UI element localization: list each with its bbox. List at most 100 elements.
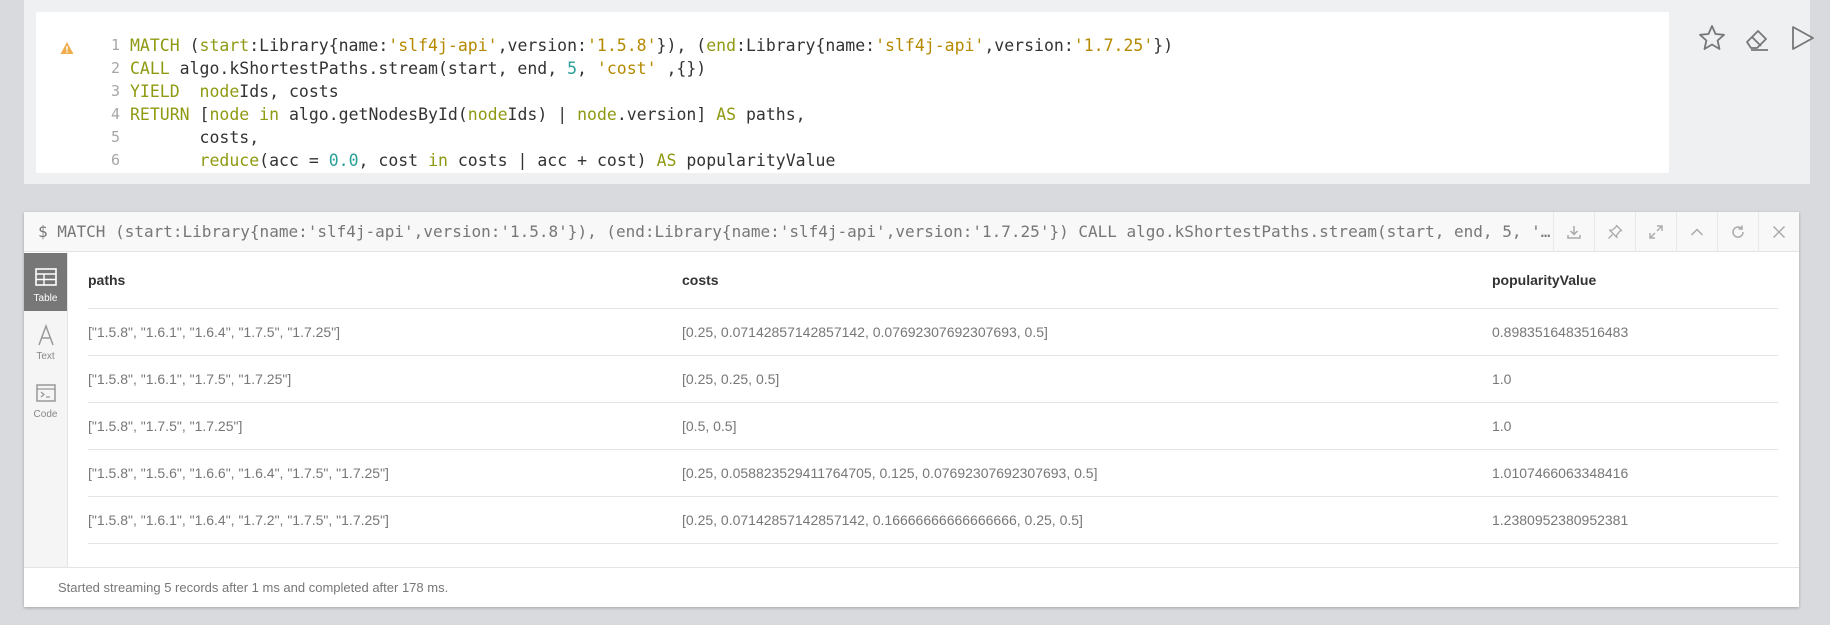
- cell-costs: [0.25, 0.07142857142857142, 0.0769230769…: [682, 324, 1048, 340]
- cell-popularity: 1.0107466063348416: [1492, 465, 1629, 481]
- code-token: ,: [577, 59, 597, 78]
- pin-icon: [1608, 224, 1623, 239]
- tab-code[interactable]: Code: [24, 369, 67, 427]
- code-token: Ids, costs: [239, 82, 339, 101]
- code-token: node: [577, 105, 617, 124]
- column-header-paths: paths: [88, 272, 126, 288]
- status-message: Started streaming 5 records after 1 ms a…: [58, 580, 449, 595]
- table-row: ["1.5.8", "1.7.5", "1.7.25"] [0.5, 0.5] …: [88, 403, 1778, 450]
- play-icon: [1792, 26, 1814, 50]
- code-token: 'cost': [596, 59, 657, 78]
- code-text: MATCH (start:Library{name:'slf4j-api',ve…: [130, 34, 1173, 57]
- code-line[interactable]: 1 MATCH (start:Library{name:'slf4j-api',v…: [36, 34, 1656, 57]
- code-token: paths,: [736, 105, 806, 124]
- frame-command[interactable]: $ MATCH (start:Library{name:'slf4j-api',…: [38, 212, 1558, 252]
- tab-text[interactable]: Text: [24, 311, 67, 369]
- cell-paths: ["1.5.8", "1.6.1", "1.6.4", "1.7.2", "1.…: [88, 512, 389, 528]
- code-token: end: [706, 36, 737, 55]
- download-icon: [1567, 226, 1581, 239]
- rerun-button[interactable]: [1717, 212, 1758, 252]
- cell-paths: ["1.5.8", "1.7.5", "1.7.25"]: [88, 418, 243, 434]
- code-token: in: [428, 151, 448, 170]
- code-line[interactable]: 4 RETURN [node in algo.getNodesById(nodeI…: [36, 103, 1656, 126]
- code-token: 0.0: [328, 151, 359, 170]
- frame-title-bar: $ MATCH (start:Library{name:'slf4j-api',…: [24, 212, 1799, 252]
- code-line[interactable]: 3 YIELD nodeIds, costs: [36, 80, 1656, 103]
- code-token: :Library{name:: [249, 36, 389, 55]
- column-header-costs: costs: [682, 272, 719, 288]
- code-token: costs | acc + cost): [447, 151, 657, 170]
- editor-actions: [1694, 20, 1830, 56]
- fullscreen-button[interactable]: [1635, 212, 1676, 252]
- code-token: , cost: [358, 151, 429, 170]
- code-token: algo.getNodesById(: [279, 105, 468, 124]
- code-token: YIELD: [130, 82, 180, 101]
- code-token: node: [209, 105, 250, 124]
- code-token: ,{}): [656, 59, 707, 78]
- code-token: algo.kShortestPaths.stream(start, end,: [169, 59, 568, 78]
- query-editor[interactable]: 1 MATCH (start:Library{name:'slf4j-api',v…: [36, 12, 1669, 173]
- table-row: ["1.5.8", "1.6.1", "1.6.4", "1.7.2", "1.…: [88, 497, 1778, 544]
- code-text: CALL algo.kShortestPaths.stream(start, e…: [130, 57, 706, 80]
- clear-editor-button[interactable]: [1739, 20, 1775, 56]
- result-frame: $ MATCH (start:Library{name:'slf4j-api',…: [24, 212, 1799, 607]
- code-line[interactable]: 6 reduce(acc = 0.0, cost in costs | acc …: [36, 149, 1656, 172]
- close-frame-button[interactable]: [1758, 212, 1799, 252]
- line-number: 1: [110, 36, 120, 54]
- collapse-button[interactable]: [1676, 212, 1717, 252]
- pin-button[interactable]: [1594, 212, 1635, 252]
- code-token: 'slf4j-api': [875, 36, 985, 55]
- code-text: RETURN [node in algo.getNodesById(nodeId…: [130, 103, 806, 126]
- run-query-button[interactable]: [1784, 20, 1820, 56]
- tab-table[interactable]: Table: [24, 253, 67, 311]
- tab-table-label: Table: [33, 293, 58, 304]
- code-text: reduce(acc = 0.0, cost in costs | acc + …: [130, 149, 836, 172]
- code-token: RETURN: [130, 105, 190, 124]
- table-icon: [35, 268, 57, 286]
- cell-costs: [0.25, 0.058823529411764705, 0.125, 0.07…: [682, 465, 1098, 481]
- line-number: 6: [110, 151, 120, 169]
- cell-costs: [0.25, 0.25, 0.5]: [682, 371, 780, 387]
- code-token: costs,: [130, 128, 260, 147]
- code-token: (acc =: [259, 151, 329, 170]
- cell-paths: ["1.5.8", "1.6.1", "1.6.4", "1.7.5", "1.…: [88, 324, 341, 340]
- cell-paths: ["1.5.8", "1.5.6", "1.6.6", "1.6.4", "1.…: [88, 465, 389, 481]
- code-token: (: [179, 36, 200, 55]
- code-token: }): [1153, 36, 1174, 55]
- text-icon: [38, 323, 54, 346]
- table-row: ["1.5.8", "1.6.1", "1.7.5", "1.7.25"] [0…: [88, 356, 1778, 403]
- expand-icon: [1649, 225, 1663, 239]
- code-token: AS: [716, 105, 737, 124]
- line-number: 4: [110, 105, 120, 123]
- line-number: 3: [110, 82, 120, 100]
- close-icon: [1772, 225, 1786, 239]
- collapse-icon: [1690, 228, 1704, 236]
- code-token: CALL: [130, 59, 170, 78]
- code-line[interactable]: 2 CALL algo.kShortestPaths.stream(start, …: [36, 57, 1656, 80]
- favorite-button[interactable]: [1694, 20, 1730, 56]
- tab-code-label: Code: [33, 409, 58, 420]
- code-token: .version]: [616, 105, 717, 124]
- code-token: node: [199, 82, 240, 101]
- code-token: Ids) |: [507, 105, 578, 124]
- code-token: MATCH: [130, 36, 180, 55]
- code-token: start: [199, 36, 250, 55]
- code-token: '1.7.25': [1073, 36, 1154, 55]
- line-number: 5: [110, 128, 120, 146]
- code-token: AS: [656, 151, 677, 170]
- code-token: reduce: [199, 151, 260, 170]
- column-header-popularity: popularityValue: [1492, 272, 1597, 288]
- code-line[interactable]: 5 costs,: [36, 126, 1656, 149]
- code-token: 5: [567, 59, 578, 78]
- code-text: costs,: [130, 126, 260, 149]
- download-button[interactable]: [1553, 212, 1594, 252]
- code-icon: [36, 384, 56, 402]
- code-token: popularityValue: [676, 151, 836, 170]
- code-text: YIELD nodeIds, costs: [130, 80, 339, 103]
- rerun-icon: [1732, 225, 1744, 238]
- cell-costs: [0.5, 0.5]: [682, 418, 737, 434]
- editor-panel: 1 MATCH (start:Library{name:'slf4j-api',v…: [24, 0, 1814, 184]
- eraser-icon: [1746, 30, 1768, 51]
